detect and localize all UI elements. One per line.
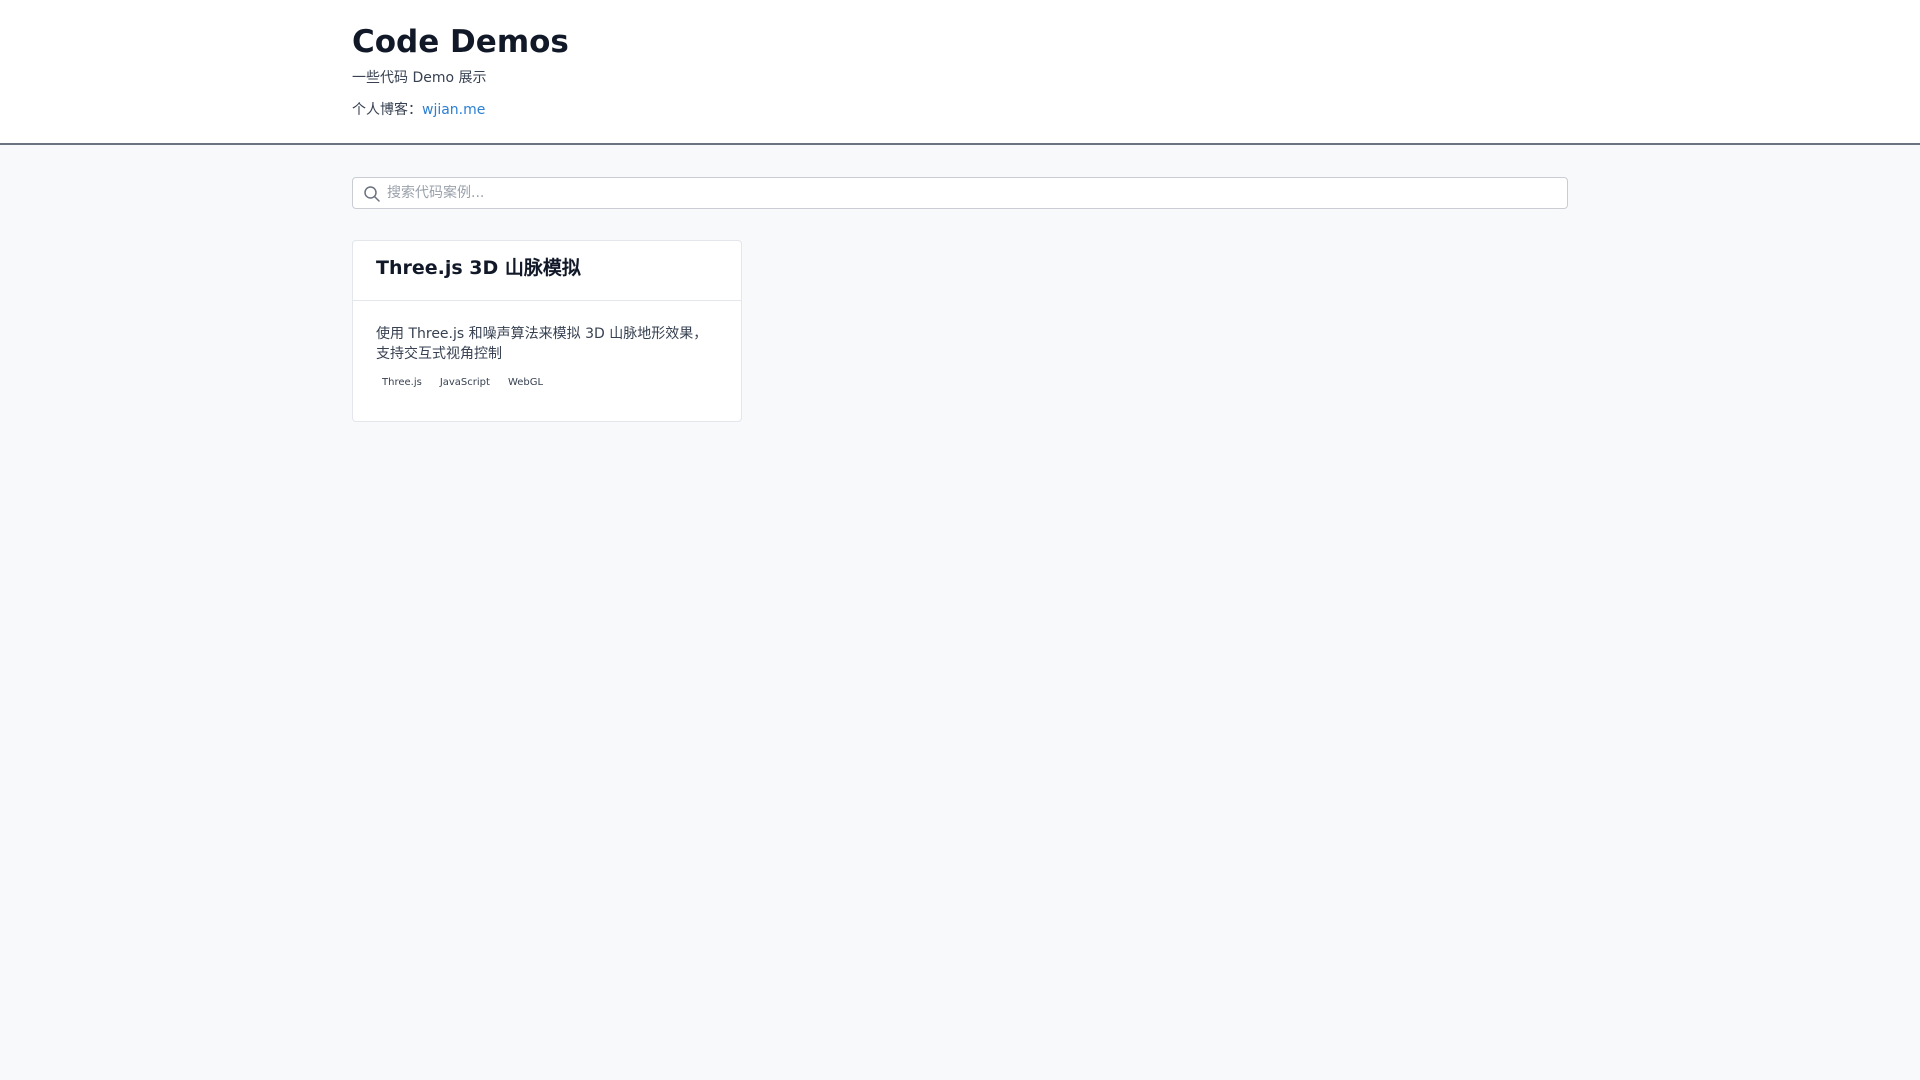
blog-link[interactable]: wjian.me <box>422 102 485 118</box>
tag-list: Three.js JavaScript WebGL <box>376 374 718 392</box>
search-icon <box>363 185 381 203</box>
demo-card[interactable]: Three.js 3D 山脉模拟 使用 Three.js 和噪声算法来模拟 3D… <box>352 240 742 422</box>
search-box[interactable] <box>352 177 1568 209</box>
blog-prefix: 个人博客： <box>352 102 422 118</box>
card-body: 使用 Three.js 和噪声算法来模拟 3D 山脉地形效果，支持交互式视角控制… <box>353 301 741 392</box>
search-input[interactable] <box>387 178 1557 208</box>
site-title: Code Demos <box>352 24 569 60</box>
tag: JavaScript <box>439 377 490 388</box>
page-header: Code Demos 一些代码 Demo 展示 个人博客：wjian.me <box>0 0 1920 145</box>
tag: WebGL <box>507 377 544 388</box>
card-title[interactable]: Three.js 3D 山脉模拟 <box>376 255 718 281</box>
header-content: Code Demos 一些代码 Demo 展示 个人博客：wjian.me <box>352 22 569 120</box>
card-description: 使用 Three.js 和噪声算法来模拟 3D 山脉地形效果，支持交互式视角控制 <box>376 326 708 362</box>
blog-line: 个人博客：wjian.me <box>352 100 569 120</box>
site-subtitle: 一些代码 Demo 展示 <box>352 70 487 86</box>
tag: Three.js <box>382 377 422 388</box>
card-header: Three.js 3D 山脉模拟 <box>353 241 741 301</box>
